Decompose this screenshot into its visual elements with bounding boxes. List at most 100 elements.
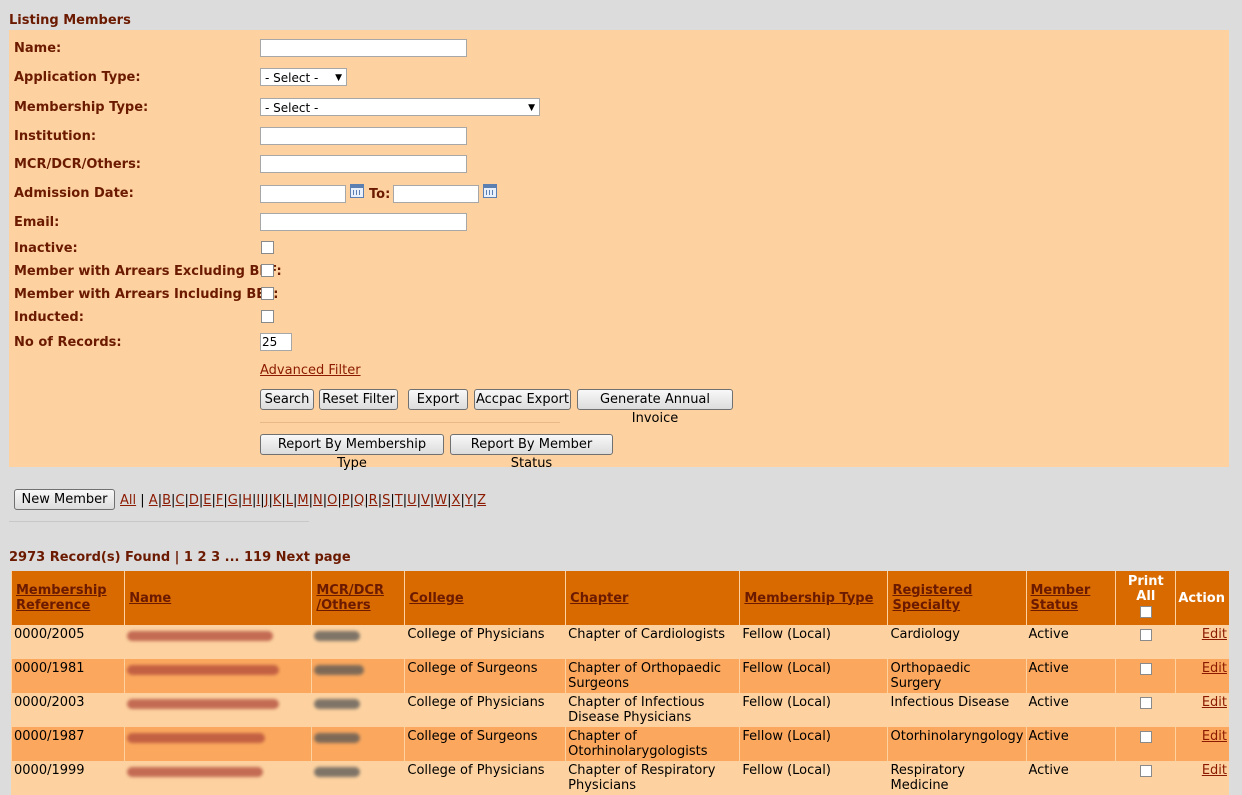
header-name: Name	[129, 590, 172, 606]
redacted-name[interactable]	[127, 733, 266, 743]
print-all-checkbox[interactable]	[1139, 606, 1152, 618]
filter-panel: Name: Application Type: - Select - ▼ Mem…	[9, 30, 1229, 471]
header-membership-type: Membership Type	[744, 590, 874, 606]
cell-college: College of Surgeons	[404, 727, 566, 761]
application-type-value: - Select -	[265, 71, 319, 85]
reset-filter-button[interactable]: Reset Filter	[319, 389, 398, 410]
print-checkbox[interactable]	[1139, 629, 1152, 641]
alpha-letter-o[interactable]: O	[327, 493, 337, 508]
cell-status: Active	[1025, 625, 1116, 659]
report-membership-type-button[interactable]: Report By Membership Type	[260, 434, 444, 471]
alpha-letter-v[interactable]: V	[421, 493, 430, 508]
cell-name[interactable]	[124, 693, 312, 727]
table-row: 0000/1987 College of Surgeons Chapter of O…	[10, 727, 1229, 761]
header-specialty-line2: Specialty	[892, 598, 961, 613]
print-checkbox[interactable]	[1139, 663, 1152, 675]
redacted-name[interactable]	[127, 767, 264, 777]
admission-date-from[interactable]	[260, 185, 346, 203]
alpha-letter-m[interactable]: M	[297, 493, 308, 508]
alpha-letter-z[interactable]: Z	[477, 493, 486, 508]
application-type-select[interactable]: - Select - ▼	[260, 68, 347, 86]
cell-specialty: Otorhinolaryngology	[887, 727, 1026, 761]
print-checkbox[interactable]	[1139, 765, 1152, 777]
alpha-letter-d[interactable]: D	[189, 493, 199, 508]
alpha-letter-l[interactable]: L	[286, 493, 293, 508]
inactive-checkbox[interactable]	[261, 241, 274, 254]
generate-invoice-button[interactable]: Generate Annual Invoice	[577, 389, 733, 426]
cell-name[interactable]	[124, 761, 312, 795]
col-college[interactable]: College	[404, 571, 566, 625]
admission-date-to[interactable]	[393, 185, 479, 203]
chevron-down-icon: ▼	[528, 103, 535, 113]
advanced-filter-link[interactable]: Advanced Filter	[260, 363, 361, 378]
alpha-all-link[interactable]: All	[120, 493, 136, 508]
cell-chapter: Chapter of Respiratory Physicians	[565, 761, 740, 795]
alpha-letter-p[interactable]: P	[342, 493, 350, 508]
cell-print	[1115, 625, 1176, 659]
mcr-input[interactable]	[260, 155, 467, 173]
cell-name[interactable]	[124, 625, 312, 659]
cell-name[interactable]	[124, 727, 312, 761]
print-checkbox[interactable]	[1139, 731, 1152, 743]
alpha-letter-n[interactable]: N	[313, 493, 323, 508]
alpha-letter-w[interactable]: W	[434, 493, 447, 508]
arrears-incl-checkbox[interactable]	[261, 287, 274, 300]
edit-link[interactable]: Edit	[1202, 729, 1227, 744]
report-member-status-button[interactable]: Report By Member Status	[450, 434, 613, 471]
edit-link[interactable]: Edit	[1202, 627, 1227, 642]
cell-membership-type: Fellow (Local)	[739, 659, 888, 693]
cell-print	[1115, 693, 1176, 727]
col-action: Action	[1175, 571, 1229, 625]
redacted-name[interactable]	[127, 699, 280, 709]
arrears-excl-checkbox[interactable]	[261, 264, 274, 277]
edit-link[interactable]: Edit	[1202, 763, 1227, 778]
col-membership-type[interactable]: Membership Type	[739, 571, 888, 625]
alpha-letter-b[interactable]: B	[162, 493, 171, 508]
col-status[interactable]: Member Status	[1025, 571, 1116, 625]
cell-college: College of Physicians	[404, 693, 566, 727]
to-label: To:	[369, 187, 391, 202]
cell-chapter: Chapter of Infectious Disease Physicians	[565, 693, 740, 727]
redacted-name[interactable]	[127, 631, 274, 641]
col-name[interactable]: Name	[124, 571, 312, 625]
inducted-checkbox[interactable]	[261, 310, 274, 323]
cell-action: Edit	[1175, 761, 1229, 795]
alpha-letter-h[interactable]: H	[242, 493, 252, 508]
alpha-letter-y[interactable]: Y	[465, 493, 473, 508]
email-input[interactable]	[260, 213, 467, 231]
calendar-icon[interactable]	[350, 184, 364, 198]
no-records-input[interactable]	[260, 333, 292, 351]
cell-action: Edit	[1175, 659, 1229, 693]
accpac-export-button[interactable]: Accpac Export	[474, 389, 571, 410]
cell-college: College of Physicians	[404, 761, 566, 795]
alpha-letter-g[interactable]: G	[228, 493, 238, 508]
alpha-letter-u[interactable]: U	[407, 493, 417, 508]
redacted-name[interactable]	[127, 665, 280, 675]
application-type-label: Application Type:	[14, 70, 141, 85]
name-input[interactable]	[260, 39, 467, 57]
search-button[interactable]: Search	[260, 389, 314, 410]
edit-link[interactable]: Edit	[1202, 695, 1227, 710]
alpha-letter-t[interactable]: T	[395, 493, 403, 508]
page-title: Listing Members	[9, 13, 131, 28]
col-reference[interactable]: Membership Reference	[10, 571, 125, 625]
col-chapter[interactable]: Chapter	[565, 571, 740, 625]
cell-print	[1115, 727, 1176, 761]
edit-link[interactable]: Edit	[1202, 661, 1227, 676]
print-checkbox[interactable]	[1139, 697, 1152, 709]
col-specialty[interactable]: Registered Specialty	[887, 571, 1026, 625]
membership-type-select[interactable]: - Select - ▼	[260, 98, 540, 116]
cell-name[interactable]	[124, 659, 312, 693]
alpha-letter-r[interactable]: R	[369, 493, 378, 508]
cell-action: Edit	[1175, 625, 1229, 659]
col-mcr[interactable]: MCR/DCR/Others	[311, 571, 405, 625]
alpha-letter-a[interactable]: A	[149, 493, 158, 508]
alpha-letter-q[interactable]: Q	[354, 493, 364, 508]
institution-input[interactable]	[260, 127, 467, 145]
export-button[interactable]: Export	[408, 389, 468, 410]
no-records-label: No of Records:	[14, 335, 122, 350]
calendar-icon[interactable]	[483, 184, 497, 198]
new-member-button[interactable]: New Member	[14, 489, 115, 510]
header-college: College	[409, 590, 464, 606]
cell-reference: 0000/1987	[10, 727, 125, 761]
